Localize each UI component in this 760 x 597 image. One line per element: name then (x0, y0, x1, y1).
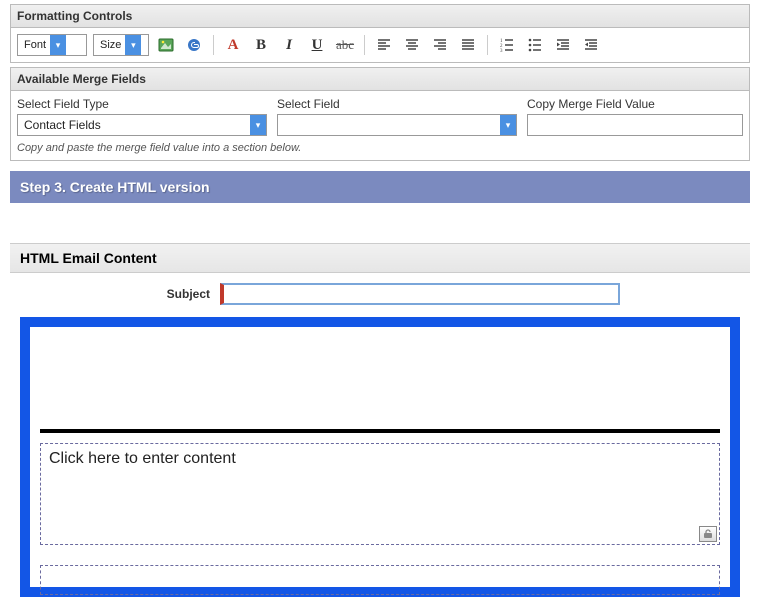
lock-open-icon (702, 529, 714, 539)
numbered-list-icon: 1 2 3 (499, 37, 515, 53)
email-editor-frame: Click here to enter content (20, 317, 740, 597)
size-select[interactable]: Size ▾ (93, 34, 149, 56)
copy-merge-label: Copy Merge Field Value (527, 97, 743, 111)
align-left-button[interactable] (373, 34, 395, 56)
bold-button[interactable]: B (250, 34, 272, 56)
select-field-select[interactable]: ▾ (277, 114, 517, 136)
align-center-button[interactable] (401, 34, 423, 56)
svg-text:3: 3 (500, 49, 503, 53)
align-right-icon (432, 37, 448, 53)
align-right-button[interactable] (429, 34, 451, 56)
step-title-bar: Step 3. Create HTML version (10, 171, 750, 203)
merge-fields-panel: Available Merge Fields Select Field Type… (10, 67, 750, 161)
separator (213, 35, 214, 55)
image-icon (158, 37, 174, 53)
copy-merge-input[interactable] (527, 114, 743, 136)
align-justify-icon (460, 37, 476, 53)
align-center-icon (404, 37, 420, 53)
field-type-value: Contact Fields (18, 118, 250, 132)
select-field-label: Select Field (277, 97, 517, 111)
content-block-placeholder: Click here to enter content (49, 450, 236, 467)
font-color-icon: A (228, 37, 239, 54)
content-block-2[interactable] (40, 565, 720, 595)
font-color-button[interactable]: A (222, 34, 244, 56)
dropdown-arrow-icon: ▾ (125, 35, 141, 55)
indent-button[interactable] (580, 34, 602, 56)
font-select-label: Font (18, 39, 50, 51)
size-select-label: Size (94, 39, 125, 51)
italic-icon: I (286, 37, 292, 54)
outdent-icon (555, 37, 571, 53)
insert-link-button[interactable] (183, 34, 205, 56)
formatting-toolbar: Font ▾ Size ▾ (17, 34, 743, 56)
underline-button[interactable]: U (306, 34, 328, 56)
dropdown-arrow-icon: ▾ (50, 35, 66, 55)
numbered-list-button[interactable]: 1 2 3 (496, 34, 518, 56)
formatting-controls-title: Formatting Controls (11, 5, 749, 28)
indent-icon (583, 37, 599, 53)
separator (364, 35, 365, 55)
outdent-button[interactable] (552, 34, 574, 56)
merge-helper-text: Copy and paste the merge field value int… (17, 136, 743, 154)
editor-divider (40, 429, 720, 433)
html-email-content-heading: HTML Email Content (10, 243, 750, 273)
field-type-label: Select Field Type (17, 97, 267, 111)
align-justify-button[interactable] (457, 34, 479, 56)
strikethrough-icon: abc (336, 37, 354, 53)
dropdown-arrow-icon: ▾ (500, 115, 516, 135)
bold-icon: B (256, 37, 266, 54)
subject-row: Subject (10, 273, 750, 317)
align-left-icon (376, 37, 392, 53)
dropdown-arrow-icon: ▾ (250, 115, 266, 135)
content-block-1[interactable]: Click here to enter content (40, 443, 720, 545)
underline-icon: U (312, 37, 323, 54)
merge-fields-title: Available Merge Fields (11, 68, 749, 91)
subject-label: Subject (20, 287, 210, 301)
separator (487, 35, 488, 55)
resize-handle[interactable] (699, 526, 717, 542)
bulleted-list-icon (527, 37, 543, 53)
formatting-controls-panel: Formatting Controls Font ▾ Size ▾ (10, 4, 750, 63)
editor-header-region[interactable] (40, 327, 720, 419)
bulleted-list-button[interactable] (524, 34, 546, 56)
strikethrough-button[interactable]: abc (334, 34, 356, 56)
field-type-select[interactable]: Contact Fields ▾ (17, 114, 267, 136)
italic-button[interactable]: I (278, 34, 300, 56)
subject-input[interactable] (220, 283, 620, 305)
font-select[interactable]: Font ▾ (17, 34, 87, 56)
insert-image-button[interactable] (155, 34, 177, 56)
link-icon (186, 37, 202, 53)
